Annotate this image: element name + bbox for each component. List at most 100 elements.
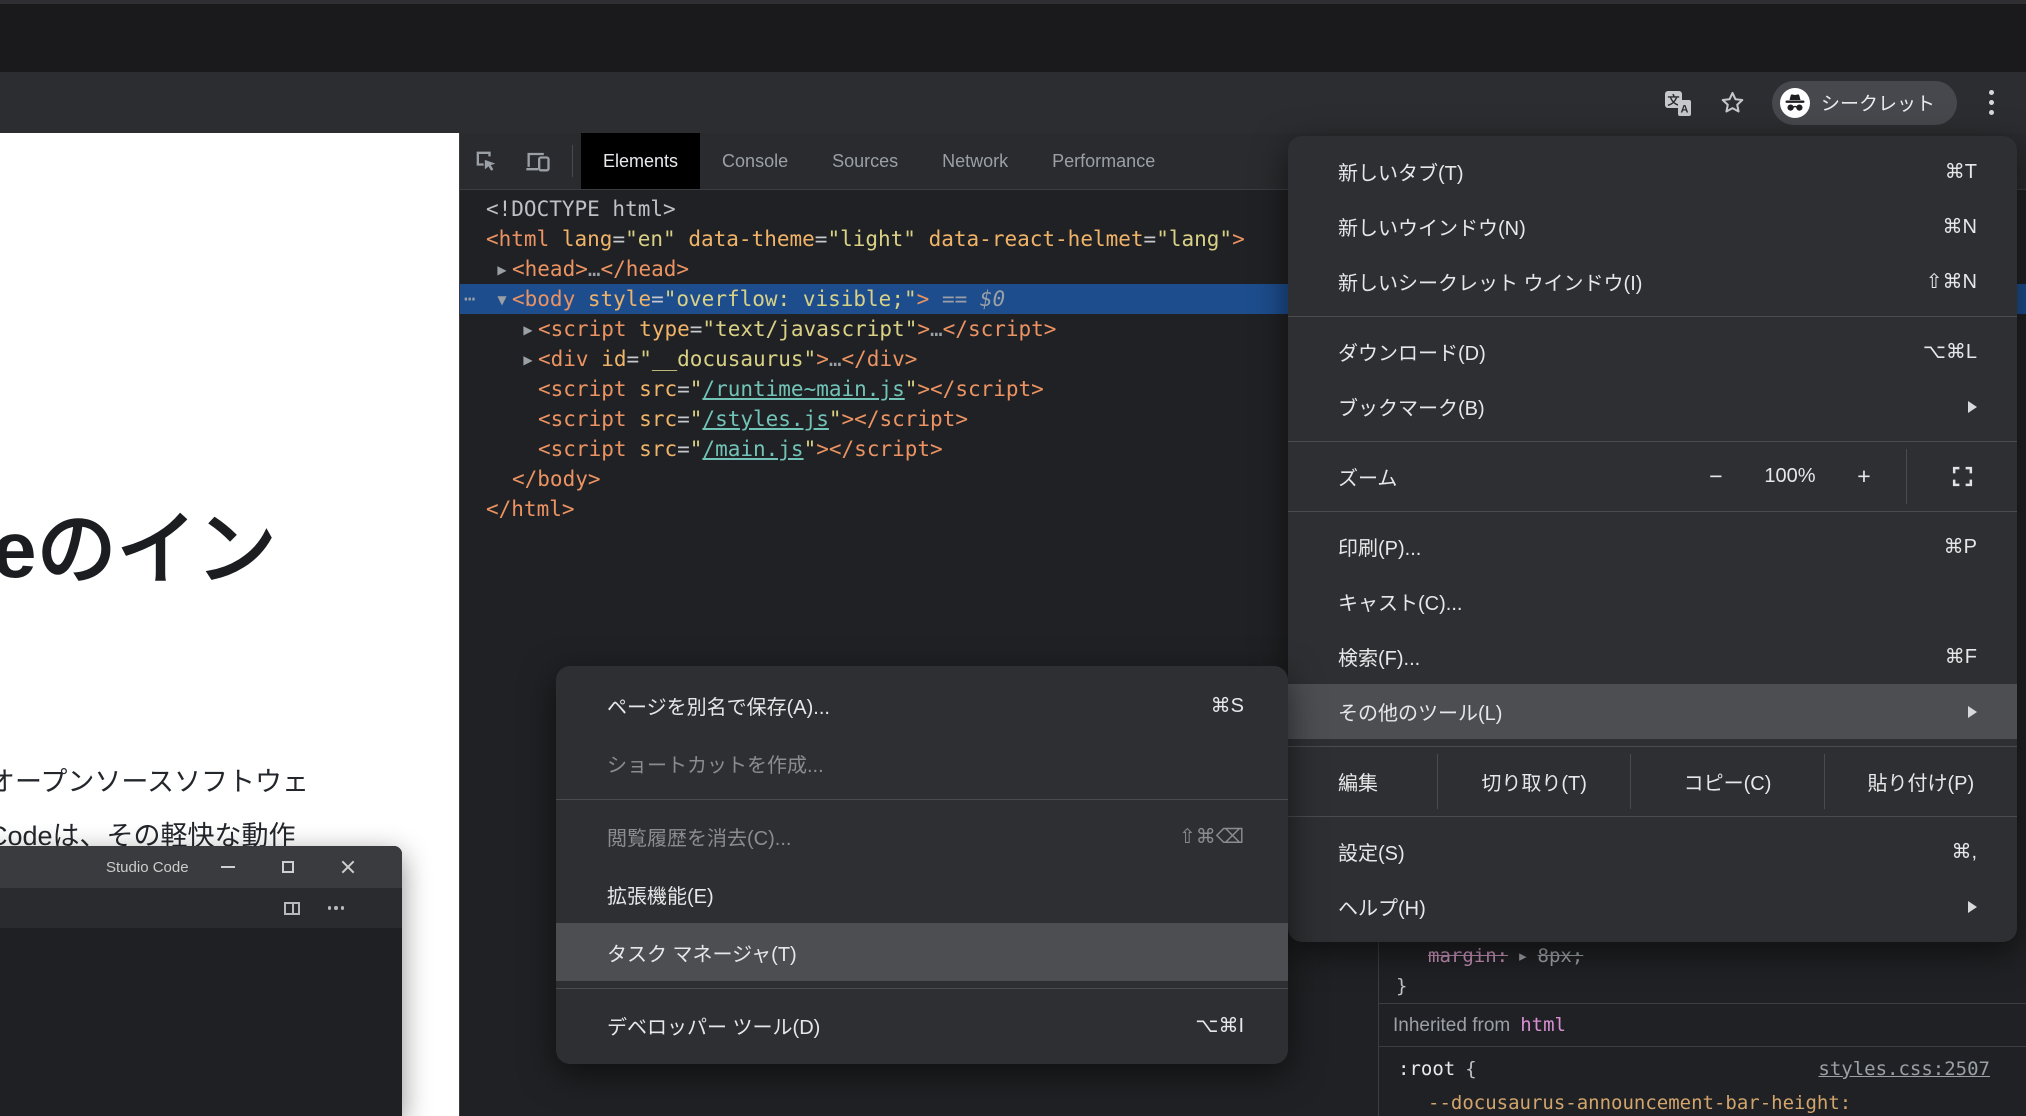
vscode-window-title: Studio Code — [106, 859, 189, 876]
menu-item-new-incognito-window[interactable]: 新しいシークレット ウインドウ(I)⇧⌘N — [1288, 254, 2017, 309]
code-segment: <div — [538, 347, 589, 371]
stylesheet-source-link[interactable]: styles.css:2507 — [1818, 1056, 1990, 1082]
code-segment: = — [612, 227, 625, 251]
inherited-from-node-link[interactable]: html — [1520, 1014, 1566, 1036]
menu-item-task-manager[interactable]: タスク マネージャ(T) — [556, 923, 1288, 981]
chrome-menu: 新しいタブ(T)⌘T 新しいウインドウ(N)⌘N 新しいシークレット ウインドウ… — [1288, 136, 2017, 942]
fullscreen-button[interactable] — [1907, 464, 2017, 489]
menu-item-print[interactable]: 印刷(P)...⌘P — [1288, 519, 2017, 574]
tree-collapsed-arrow-icon[interactable]: ▶ — [518, 315, 538, 345]
menu-item-new-tab[interactable]: 新しいタブ(T)⌘T — [1288, 144, 2017, 199]
edit-label: 編集 — [1288, 754, 1437, 809]
code-segment: <script — [538, 377, 627, 401]
css-property-value: 8px; — [1538, 945, 1584, 967]
styles-section-divider — [1379, 1003, 2026, 1004]
vscode-editor-area: avaScript, Python, PHP, Azure, Docker... — [0, 928, 402, 1116]
css-close-brace: } — [1396, 973, 1407, 999]
code-segment: </script> — [930, 377, 1044, 401]
code-segment — [627, 377, 640, 401]
menu-item-save-page-as[interactable]: ページを別名で保存(A)...⌘S — [556, 676, 1288, 734]
code-segment — [549, 227, 562, 251]
inspect-element-icon[interactable] — [460, 133, 512, 189]
code-segment: /main.js — [702, 437, 803, 461]
code-segment: = — [815, 227, 828, 251]
submenu-arrow-icon — [1968, 706, 1977, 718]
menu-separator — [1288, 511, 2017, 512]
browser-menu-button[interactable] — [1983, 84, 2000, 121]
paste-button[interactable]: 貼り付け(P) — [1824, 754, 2017, 809]
menu-item-cast[interactable]: キャスト(C)... — [1288, 574, 2017, 629]
code-segment: </html> — [486, 497, 575, 521]
submenu-arrow-icon — [1968, 401, 1977, 413]
device-toolbar-icon[interactable] — [512, 133, 564, 189]
menu-item-extensions[interactable]: 拡張機能(E) — [556, 865, 1288, 923]
zoom-label: ズーム — [1338, 462, 1688, 491]
copy-button[interactable]: コピー(C) — [1630, 754, 1823, 809]
cut-button[interactable]: 切り取り(T) — [1437, 754, 1630, 809]
split-editor-icon — [284, 902, 300, 915]
menu-item-bookmarks[interactable]: ブックマーク(B) — [1288, 379, 2017, 434]
code-segment: </script> — [829, 437, 943, 461]
code-segment: data-theme — [688, 227, 814, 251]
tab-sources[interactable]: Sources — [810, 133, 920, 189]
incognito-label: シークレット — [1821, 89, 1935, 116]
code-segment — [627, 407, 640, 431]
menu-item-find[interactable]: 検索(F)...⌘F — [1288, 629, 2017, 684]
bookmark-star-icon[interactable] — [1719, 89, 1746, 116]
code-segment: "light" — [827, 227, 916, 251]
menu-item-settings[interactable]: 設定(S)⌘, — [1288, 824, 2017, 879]
css-rule-header: :root{ — [1398, 1056, 1477, 1082]
zoom-value: 100% — [1744, 465, 1836, 488]
vscode-titlebar: Studio Code — [0, 846, 402, 888]
tree-collapsed-arrow-icon[interactable]: ▶ — [492, 255, 512, 285]
menu-item-new-window[interactable]: 新しいウインドウ(N)⌘N — [1288, 199, 2017, 254]
toolbar-actions: 文 A シークレット — [1663, 72, 2000, 133]
code-segment: lang — [562, 227, 613, 251]
menu-item-more-tools[interactable]: その他のツール(L) — [1288, 684, 2017, 739]
code-segment: src — [639, 437, 677, 461]
node-options-dots-icon[interactable]: ⋯ — [464, 284, 476, 314]
css-declaration-overridden[interactable]: margin:▸8px; — [1428, 943, 1583, 969]
toolbar-divider — [572, 145, 573, 177]
tab-network[interactable]: Network — [920, 133, 1030, 189]
code-segment: /runtime~main.js — [702, 377, 904, 401]
code-segment: = — [627, 347, 640, 371]
menu-item-downloads[interactable]: ダウンロード(D)⌥⌘L — [1288, 324, 2017, 379]
code-segment: $0 — [980, 287, 1005, 311]
menu-separator — [1288, 746, 2017, 747]
tree-expanded-arrow-icon[interactable]: ▼ — [492, 285, 512, 315]
code-segment: " — [829, 407, 842, 431]
css-custom-property[interactable]: --docusaurus-announcement-bar-height: — [1428, 1090, 1851, 1116]
incognito-icon — [1780, 88, 1810, 118]
code-segment: … — [588, 257, 601, 281]
page-title: eのイン — [0, 485, 277, 601]
tab-performance[interactable]: Performance — [1030, 133, 1177, 189]
tab-console[interactable]: Console — [700, 133, 810, 189]
menu-item-create-shortcut: ショートカットを作成... — [556, 734, 1288, 792]
code-segment: <script — [538, 437, 627, 461]
code-segment: = — [651, 287, 664, 311]
minimize-icon — [198, 846, 258, 888]
menu-item-developer-tools[interactable]: デベロッパー ツール(D)⌥⌘I — [556, 996, 1288, 1054]
tab-elements[interactable]: Elements — [581, 133, 700, 189]
code-segment: </body> — [512, 467, 601, 491]
css-open-brace: { — [1465, 1058, 1476, 1080]
code-segment: data-react-helmet — [929, 227, 1144, 251]
code-segment: </script> — [943, 317, 1057, 341]
paragraph-line: オープンソースソフトウェ — [0, 755, 309, 809]
code-segment — [575, 287, 588, 311]
zoom-in-button[interactable]: + — [1836, 463, 1892, 490]
menu-item-help[interactable]: ヘルプ(H) — [1288, 879, 2017, 934]
code-segment: <head> — [512, 257, 588, 281]
code-segment: > — [917, 287, 930, 311]
tree-collapsed-arrow-icon[interactable]: ▶ — [518, 345, 538, 375]
code-segment: = — [677, 407, 690, 431]
translate-icon[interactable]: 文 A — [1663, 88, 1693, 118]
code-segment: " — [690, 407, 703, 431]
code-segment: /styles.js — [702, 407, 828, 431]
code-segment: "__docusaurus" — [639, 347, 816, 371]
styles-section-divider — [1379, 1046, 2026, 1047]
shorthand-expand-icon[interactable]: ▸ — [1517, 945, 1528, 967]
inherited-from-row: Inherited fromhtml — [1393, 1012, 1566, 1039]
zoom-out-button[interactable]: − — [1688, 463, 1744, 490]
